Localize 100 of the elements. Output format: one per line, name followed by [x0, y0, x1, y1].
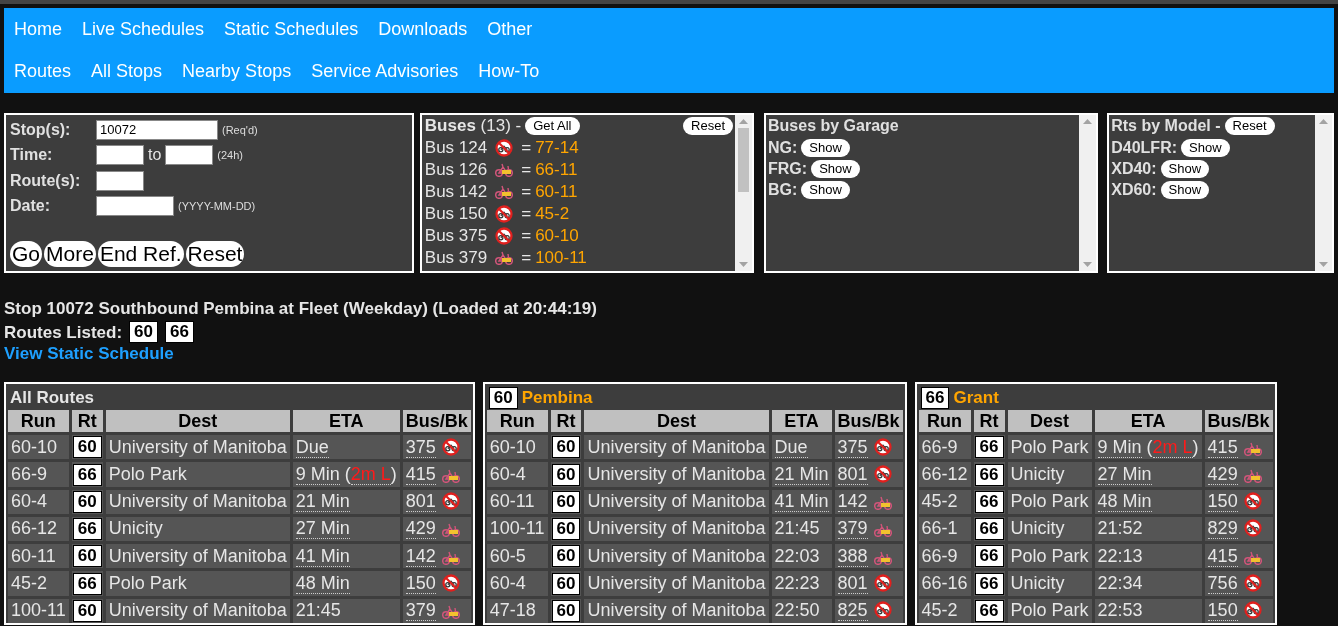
form-button[interactable]: Reset	[185, 241, 245, 267]
scroll-down-icon[interactable]	[1083, 262, 1093, 267]
equals-sign: =	[521, 137, 532, 159]
bus-label: Bus 379	[424, 247, 488, 269]
reset-button[interactable]: Reset	[1224, 117, 1275, 135]
run-number: 45-2	[535, 203, 570, 225]
reset-button[interactable]: Reset	[683, 117, 734, 135]
category-label: XD60:	[1111, 179, 1157, 200]
bus-label: Bus 142	[424, 181, 488, 203]
eta-text: 22:34	[1097, 572, 1143, 593]
table-cell: 60-4	[486, 462, 548, 487]
bus-label: Bus 150	[424, 203, 488, 225]
routes-label: Routes Listed:	[4, 321, 123, 343]
route-number: 60	[551, 463, 581, 486]
eta-text: 27 Min	[1097, 463, 1152, 485]
scroll-up-icon[interactable]	[739, 119, 749, 124]
route-number: 66	[920, 387, 950, 409]
eta-text: 22:03	[774, 545, 820, 566]
static-schedule-link[interactable]: View Static Schedule	[4, 344, 174, 363]
eta-text: 21:52	[1097, 518, 1143, 539]
bus-number: 150	[405, 572, 436, 594]
category-label: D40LFR:	[1111, 137, 1177, 158]
route-number: 60	[72, 599, 102, 622]
form-button[interactable]: Go	[10, 241, 42, 267]
category-label: XD40:	[1111, 158, 1157, 179]
table-cell: 47-18	[486, 598, 548, 623]
route-name: Grant	[953, 387, 999, 409]
panel-title: Buses by Garage	[768, 116, 899, 136]
equals-sign: =	[521, 159, 532, 181]
route-number: 66	[974, 490, 1004, 513]
bus-number: 415	[1207, 436, 1238, 458]
scroll-up-icon[interactable]	[1083, 119, 1093, 124]
table-cell: 60-10	[8, 435, 69, 460]
hint-text: (Req'd)	[222, 122, 258, 138]
field-label: Time:	[10, 145, 54, 166]
bus-number: 801	[837, 572, 868, 594]
table-cell: Unicity	[1007, 462, 1092, 487]
bus-number: 388	[837, 545, 868, 567]
category-label: FRG:	[768, 158, 808, 179]
get-all-button[interactable]: Get All	[525, 117, 580, 135]
route-number: 60	[488, 387, 518, 409]
scroll-down-icon[interactable]	[1319, 262, 1328, 267]
equals-sign: =	[521, 181, 532, 203]
show-button[interactable]: Show	[1160, 159, 1210, 178]
column-header: Bus/Bk	[1204, 410, 1273, 432]
eta-text: 41 Min	[295, 545, 350, 567]
show-button[interactable]: Show	[811, 159, 860, 178]
category-label: BG:	[768, 179, 798, 200]
eta-text: Due	[774, 436, 808, 458]
stop-title: Stop 10072 Southbound Pembina at Fleet (Weekday) (Loaded at 20:44:19)	[4, 298, 598, 319]
table-cell: 60-11	[486, 489, 548, 514]
equals-sign: =	[521, 225, 532, 247]
column-header: Run	[918, 410, 971, 432]
run-number: 60-10	[535, 225, 579, 247]
show-button[interactable]: Show	[801, 138, 850, 157]
form-button[interactable]: More	[44, 241, 96, 267]
scrollbar[interactable]	[1315, 115, 1332, 271]
route-number: 60	[72, 545, 102, 568]
input-field[interactable]: 10072	[96, 119, 218, 140]
bus-number: 825	[837, 600, 868, 622]
scrollbar[interactable]	[735, 115, 753, 271]
run-number: 66-11	[535, 159, 578, 181]
route-number: 66	[974, 599, 1004, 622]
table-cell: University of Manitoba	[584, 598, 769, 623]
scrollbar[interactable]	[1079, 115, 1097, 271]
eta-text: 48 Min	[1097, 491, 1152, 513]
route-number: 66	[165, 321, 194, 343]
column-header: Run	[8, 410, 69, 432]
bus-number: 375	[837, 436, 868, 458]
equals-sign: =	[521, 203, 532, 225]
eta-text: 21:45	[295, 600, 341, 621]
bus-label: Bus 375	[424, 225, 488, 247]
bus-number: 429	[1207, 463, 1238, 485]
column-header: Rt	[550, 410, 582, 432]
route-number: 60	[551, 436, 581, 459]
input-field[interactable]	[165, 145, 214, 166]
route-number: 60	[551, 518, 581, 540]
scroll-up-icon[interactable]	[1319, 119, 1328, 124]
field-label: Date:	[10, 196, 51, 217]
eta-text: 22:13	[1097, 545, 1143, 566]
eta-text: 22:53	[1097, 600, 1143, 621]
show-button[interactable]: Show	[801, 180, 850, 199]
input-field[interactable]	[96, 145, 144, 166]
table-cell: 45-2	[918, 489, 971, 514]
table-cell: University of Manitoba	[584, 571, 769, 596]
range-label: to	[148, 145, 162, 166]
bus-number: 142	[405, 545, 436, 567]
show-button[interactable]: Show	[1160, 180, 1210, 199]
eta-text: 21 Min	[774, 463, 829, 485]
input-field[interactable]	[96, 196, 174, 217]
panel-title: Buses (13) -	[424, 115, 522, 137]
column-header: Run	[486, 410, 548, 432]
scroll-down-icon[interactable]	[739, 262, 749, 267]
table-cell: University of Manitoba	[105, 544, 290, 569]
input-field[interactable]	[96, 170, 144, 191]
table-cell: University of Manitoba	[584, 489, 769, 514]
show-button[interactable]: Show	[1181, 138, 1230, 157]
table-cell: 66-12	[918, 462, 971, 487]
scroll-thumb[interactable]	[738, 128, 750, 192]
form-button[interactable]: End Ref.	[97, 241, 184, 267]
